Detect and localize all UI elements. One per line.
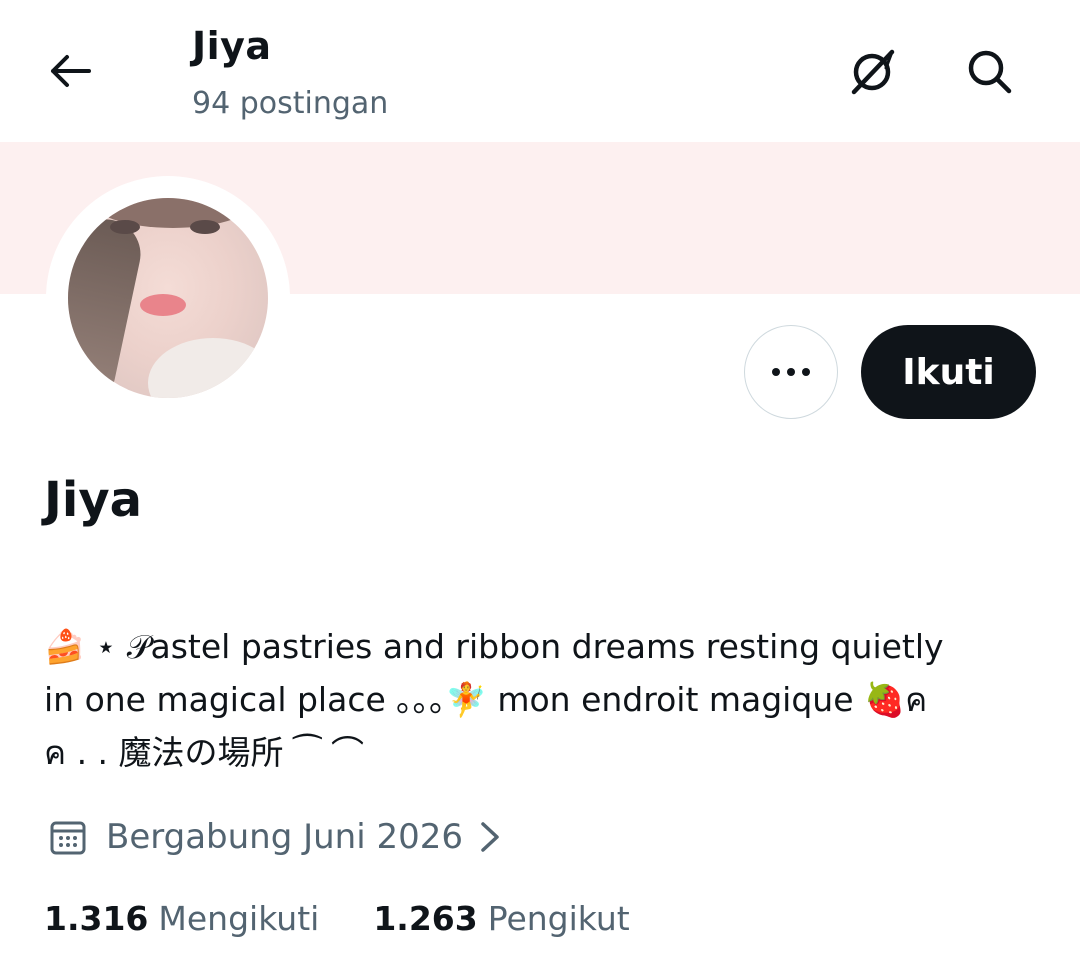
- followers-stat[interactable]: 1.263 Pengikut: [373, 899, 629, 938]
- grok-button[interactable]: [840, 40, 904, 104]
- more-options-button[interactable]: [744, 325, 838, 419]
- header-title: Jiya: [192, 24, 272, 68]
- followers-count: 1.263: [373, 898, 478, 938]
- avatar-hair: [68, 212, 147, 398]
- chevron-right-icon[interactable]: [475, 820, 505, 854]
- avatar-eye: [190, 220, 220, 234]
- top-bar: Jiya 94 postingan: [0, 0, 1080, 142]
- back-arrow-icon: [51, 55, 91, 87]
- profile-name: Jiya: [44, 472, 142, 528]
- follow-stats: 1.316 Mengikuti 1.263 Pengikut: [44, 893, 630, 943]
- avatar-eye: [110, 220, 140, 234]
- search-button[interactable]: [958, 40, 1022, 104]
- profile-bio: 🍰 ⋆ 𝒫astel pastries and ribbon dreams re…: [44, 620, 1044, 779]
- bio-line: 🍰 ⋆ 𝒫astel pastries and ribbon dreams re…: [44, 627, 944, 666]
- follow-button[interactable]: Ikuti: [861, 325, 1036, 419]
- join-date: Bergabung Juni 2026: [48, 812, 505, 862]
- following-stat[interactable]: 1.316 Mengikuti: [44, 899, 319, 938]
- avatar-lips: [140, 294, 186, 316]
- more-dots-icon: [772, 368, 810, 376]
- bio-line: ค . . 魔法の場所 ⁀ ⌒: [44, 733, 365, 772]
- back-button[interactable]: [40, 46, 100, 96]
- followers-label: Pengikut: [487, 898, 630, 938]
- following-label: Mengikuti: [158, 898, 320, 938]
- avatar-shoulder: [148, 338, 268, 398]
- grok-icon: [851, 49, 895, 95]
- bio-line: in one magical place ｡｡｡🧚 mon endroit ma…: [44, 680, 928, 719]
- join-date-text: Bergabung Juni 2026: [106, 817, 464, 857]
- following-count: 1.316: [44, 898, 149, 938]
- avatar[interactable]: [68, 198, 268, 398]
- calendar-icon: [50, 821, 86, 855]
- post-count: 94 postingan: [192, 86, 389, 121]
- search-icon: [968, 50, 1012, 94]
